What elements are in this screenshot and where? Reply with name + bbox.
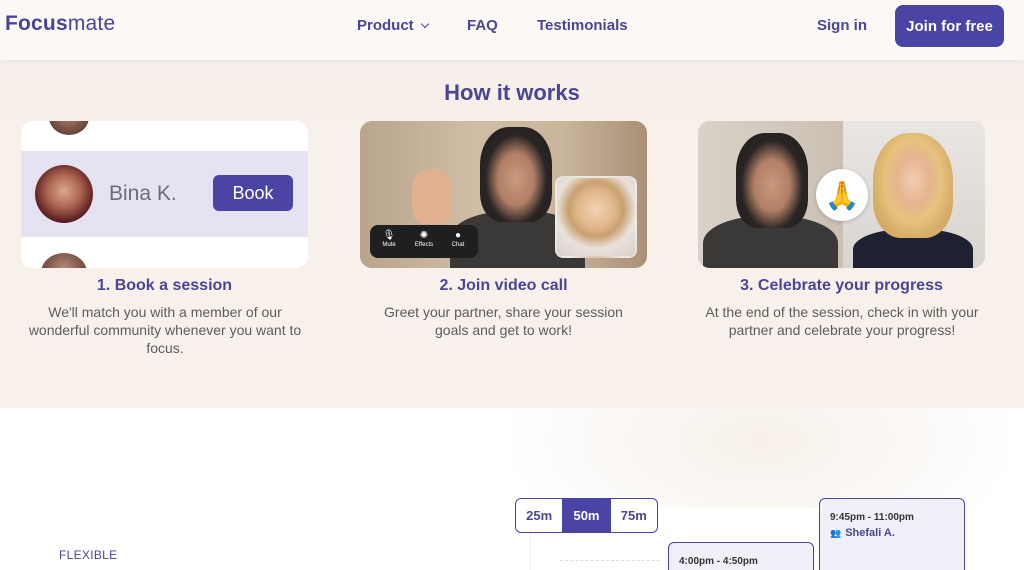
mute-control[interactable]: 🎙 Mute bbox=[374, 230, 404, 248]
chat-control[interactable]: ● Chat bbox=[443, 230, 473, 248]
site-header: Focusmate Product FAQ Testimonials Sign … bbox=[0, 0, 1024, 60]
participant-video bbox=[480, 127, 552, 222]
praying-hands-icon: 🙏 bbox=[816, 169, 868, 221]
participant-video bbox=[736, 133, 808, 228]
call-controls: 🎙 Mute ✺ Effects ● Chat bbox=[370, 225, 478, 258]
calendar-gridline bbox=[560, 560, 660, 561]
sign-in-link[interactable]: Sign in bbox=[817, 17, 867, 34]
member-avatar-top bbox=[49, 121, 89, 135]
logo-bold-text: Focus bbox=[5, 12, 68, 35]
logo-light-text: mate bbox=[67, 12, 116, 35]
duration-50m[interactable]: 50m bbox=[563, 499, 611, 532]
flexible-section: FLEXIBLE 25m 50m 75m 9:45pm - 11:00pm 👥 S… bbox=[0, 408, 1024, 570]
partner-video-thumbnail bbox=[555, 176, 637, 258]
partner-video bbox=[873, 133, 953, 238]
video-call-illustration: 🎙 Mute ✺ Effects ● Chat bbox=[360, 121, 647, 268]
slot-time: 9:45pm - 11:00pm bbox=[830, 512, 914, 523]
focusmate-logo[interactable]: Focusmate bbox=[5, 12, 115, 36]
join-for-free-button[interactable]: Join for free bbox=[895, 5, 1004, 47]
chat-label: Chat bbox=[451, 242, 465, 248]
step-2-description: Greet your partner, share your session g… bbox=[384, 304, 623, 338]
member-name: Bina K. bbox=[109, 182, 177, 205]
slot-partner: 👥 Shefali A. bbox=[830, 527, 895, 539]
book-session-illustration: Bina K. Book bbox=[21, 121, 308, 268]
step-2-title: 2. Join video call bbox=[439, 277, 568, 294]
duration-selector: 25m 50m 75m bbox=[515, 498, 658, 533]
nav-product-label: Product bbox=[357, 17, 414, 34]
section-eyebrow: FLEXIBLE bbox=[59, 548, 118, 562]
step-1-description: We'll match you with a member of our won… bbox=[28, 304, 302, 356]
waving-hand bbox=[412, 169, 452, 224]
member-avatar bbox=[35, 165, 93, 223]
nav-testimonials[interactable]: Testimonials bbox=[537, 17, 628, 34]
nav-product[interactable]: Product bbox=[357, 17, 429, 34]
duration-25m[interactable]: 25m bbox=[516, 499, 564, 532]
step-3-title: 3. Celebrate your progress bbox=[740, 277, 943, 294]
mute-label: Mute bbox=[382, 242, 396, 248]
section-title: How it works bbox=[444, 80, 580, 105]
effects-control[interactable]: ✺ Effects bbox=[409, 230, 439, 248]
session-slot[interactable]: 4:00pm - 4:50pm bbox=[668, 542, 814, 570]
slot-time: 4:00pm - 4:50pm bbox=[679, 556, 758, 567]
chat-bubble-icon: ● bbox=[454, 230, 462, 241]
celebrate-illustration: 🙏 bbox=[698, 121, 985, 268]
duration-75m[interactable]: 75m bbox=[611, 499, 657, 532]
partner-name: Shefali A. bbox=[845, 527, 895, 539]
how-it-works-section: How it works Bina K. Book 1. Book a sess… bbox=[0, 60, 1024, 408]
member-avatar-bottom bbox=[41, 253, 87, 268]
step-3-description: At the end of the session, check in with… bbox=[705, 304, 979, 338]
step-1-title: 1. Book a session bbox=[96, 277, 233, 294]
session-slot-booked[interactable]: 9:45pm - 11:00pm 👥 Shefali A. bbox=[819, 498, 965, 570]
sparkle-icon: ✺ bbox=[419, 230, 429, 241]
effects-label: Effects bbox=[414, 242, 434, 248]
book-button[interactable]: Book bbox=[213, 175, 293, 211]
chevron-down-icon bbox=[420, 19, 429, 29]
nav-faq[interactable]: FAQ bbox=[467, 17, 498, 34]
microphone-icon: 🎙 bbox=[382, 230, 396, 241]
people-icon: 👥 bbox=[830, 528, 842, 538]
